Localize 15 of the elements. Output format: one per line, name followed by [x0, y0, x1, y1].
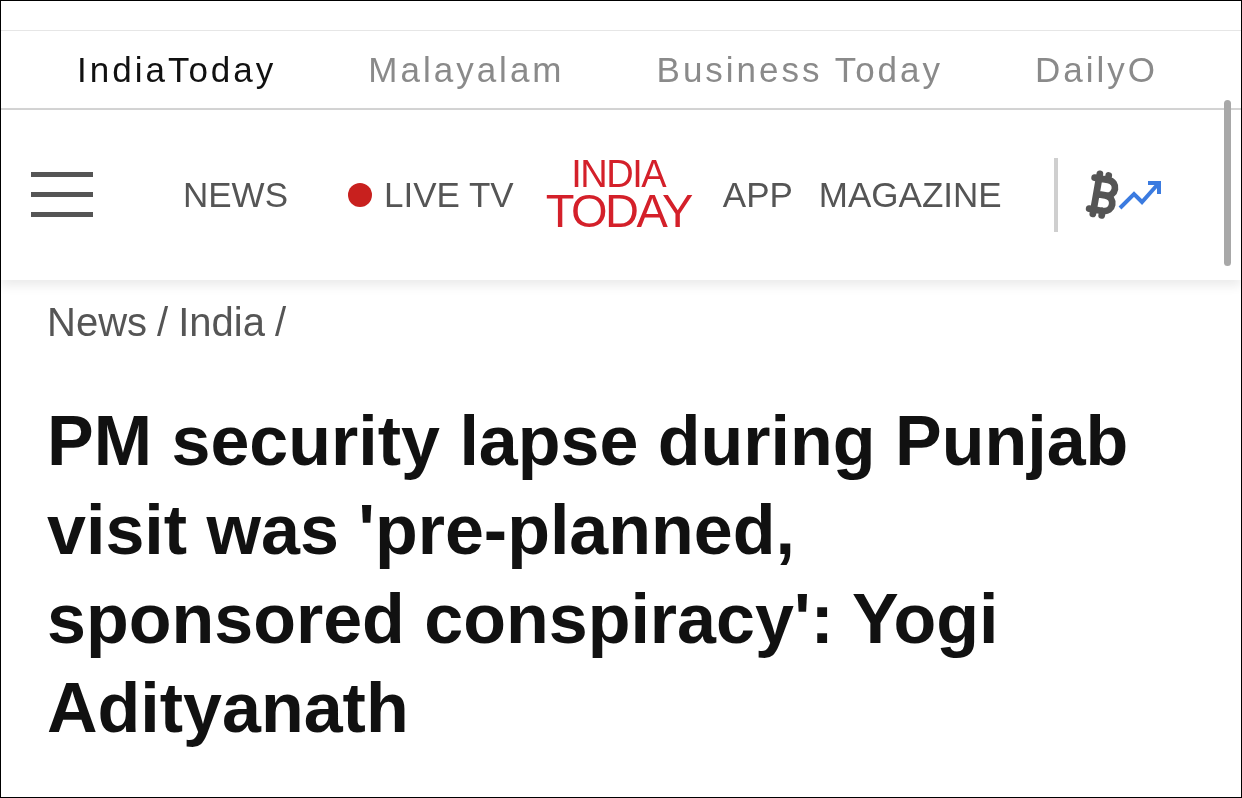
scrollbar[interactable] — [1224, 100, 1231, 266]
logo[interactable]: INDIA TODAY — [545, 158, 691, 232]
breadcrumb-link[interactable]: News — [47, 300, 148, 345]
breadcrumb-separator: / — [157, 300, 169, 345]
nav-link[interactable]: NEWS — [183, 175, 288, 215]
breadcrumb-link[interactable]: India — [178, 300, 265, 345]
menu-icon[interactable] — [31, 172, 93, 218]
live-tv-link[interactable]: LIVE TV — [348, 175, 514, 215]
site-tab[interactable]: IndiaToday — [77, 49, 277, 90]
nav-link[interactable]: MAGAZINE — [818, 175, 1002, 215]
breadcrumb-separator: / — [274, 300, 287, 345]
nav-link[interactable]: APP — [722, 175, 793, 215]
live-dot-icon — [348, 183, 372, 207]
article-headline: PM security lapse during Punjab visit was 'pre-planned, sponsored conspiracy': Yogi Adityanath — [47, 401, 1130, 749]
live-tv-label[interactable]: LIVE TV — [384, 175, 514, 215]
